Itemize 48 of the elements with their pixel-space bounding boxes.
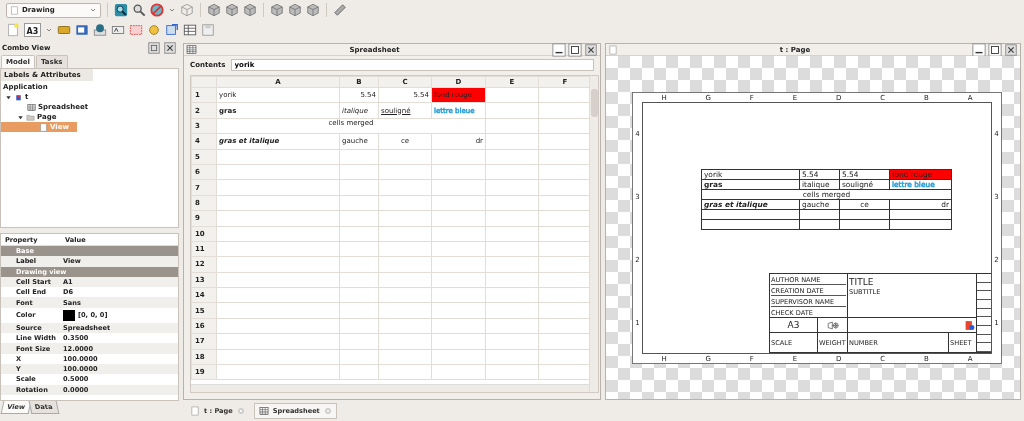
page-icon (39, 122, 48, 132)
close-icon[interactable] (1004, 42, 1018, 57)
cube-icon[interactable] (225, 3, 239, 17)
color-swatch[interactable] (63, 309, 75, 321)
dashed-frame-icon[interactable] (129, 23, 143, 37)
maximize-icon[interactable] (568, 42, 582, 57)
drawing-title: TITLE (849, 276, 874, 287)
sheet-format: A3 (787, 320, 800, 330)
float-icon[interactable] (147, 41, 161, 55)
close-icon[interactable] (163, 41, 177, 55)
table-icon[interactable] (183, 23, 197, 37)
cube-icon[interactable] (306, 3, 320, 17)
spreadsheet-icon (186, 44, 197, 55)
ruler-icon[interactable] (333, 3, 347, 17)
text-field-icon[interactable] (111, 23, 125, 37)
window-icon[interactable] (75, 23, 89, 37)
spreadsheet-icon (27, 102, 36, 112)
document-icon[interactable] (6, 23, 20, 37)
template-button[interactable]: A3 (24, 23, 41, 37)
cube-icon[interactable] (243, 3, 257, 17)
maximize-icon[interactable] (988, 42, 1002, 57)
cube-icon[interactable] (207, 3, 221, 17)
no-entry-icon[interactable] (150, 3, 164, 17)
horizontal-scrollbar[interactable] (191, 384, 589, 392)
minimize-icon[interactable] (552, 42, 566, 57)
close-icon[interactable] (584, 42, 598, 57)
folder-icon (26, 112, 35, 122)
zoom-fit-icon[interactable] (114, 3, 128, 17)
page-icon (190, 405, 200, 416)
arrow-box-icon[interactable] (165, 23, 179, 37)
cube-icon[interactable] (270, 3, 284, 17)
search-icon[interactable] (132, 3, 146, 17)
page-icon (608, 44, 618, 55)
page-icon (10, 5, 19, 15)
expand-arrow-icon (5, 93, 12, 101)
caret-icon (168, 6, 176, 14)
vertical-scrollbar[interactable] (589, 76, 598, 392)
spreadsheet-icon (258, 405, 269, 416)
logo-icon (965, 319, 975, 331)
tab-close-icon (236, 406, 245, 415)
tab-close-icon (323, 406, 332, 415)
expand-arrow-icon (17, 113, 24, 121)
cube-outline-icon[interactable] (180, 3, 194, 17)
caret-icon (89, 6, 97, 14)
minimize-icon[interactable] (972, 42, 986, 57)
caret-icon (45, 26, 53, 34)
globe-icon[interactable] (93, 23, 107, 37)
cube-icon[interactable] (288, 3, 302, 17)
